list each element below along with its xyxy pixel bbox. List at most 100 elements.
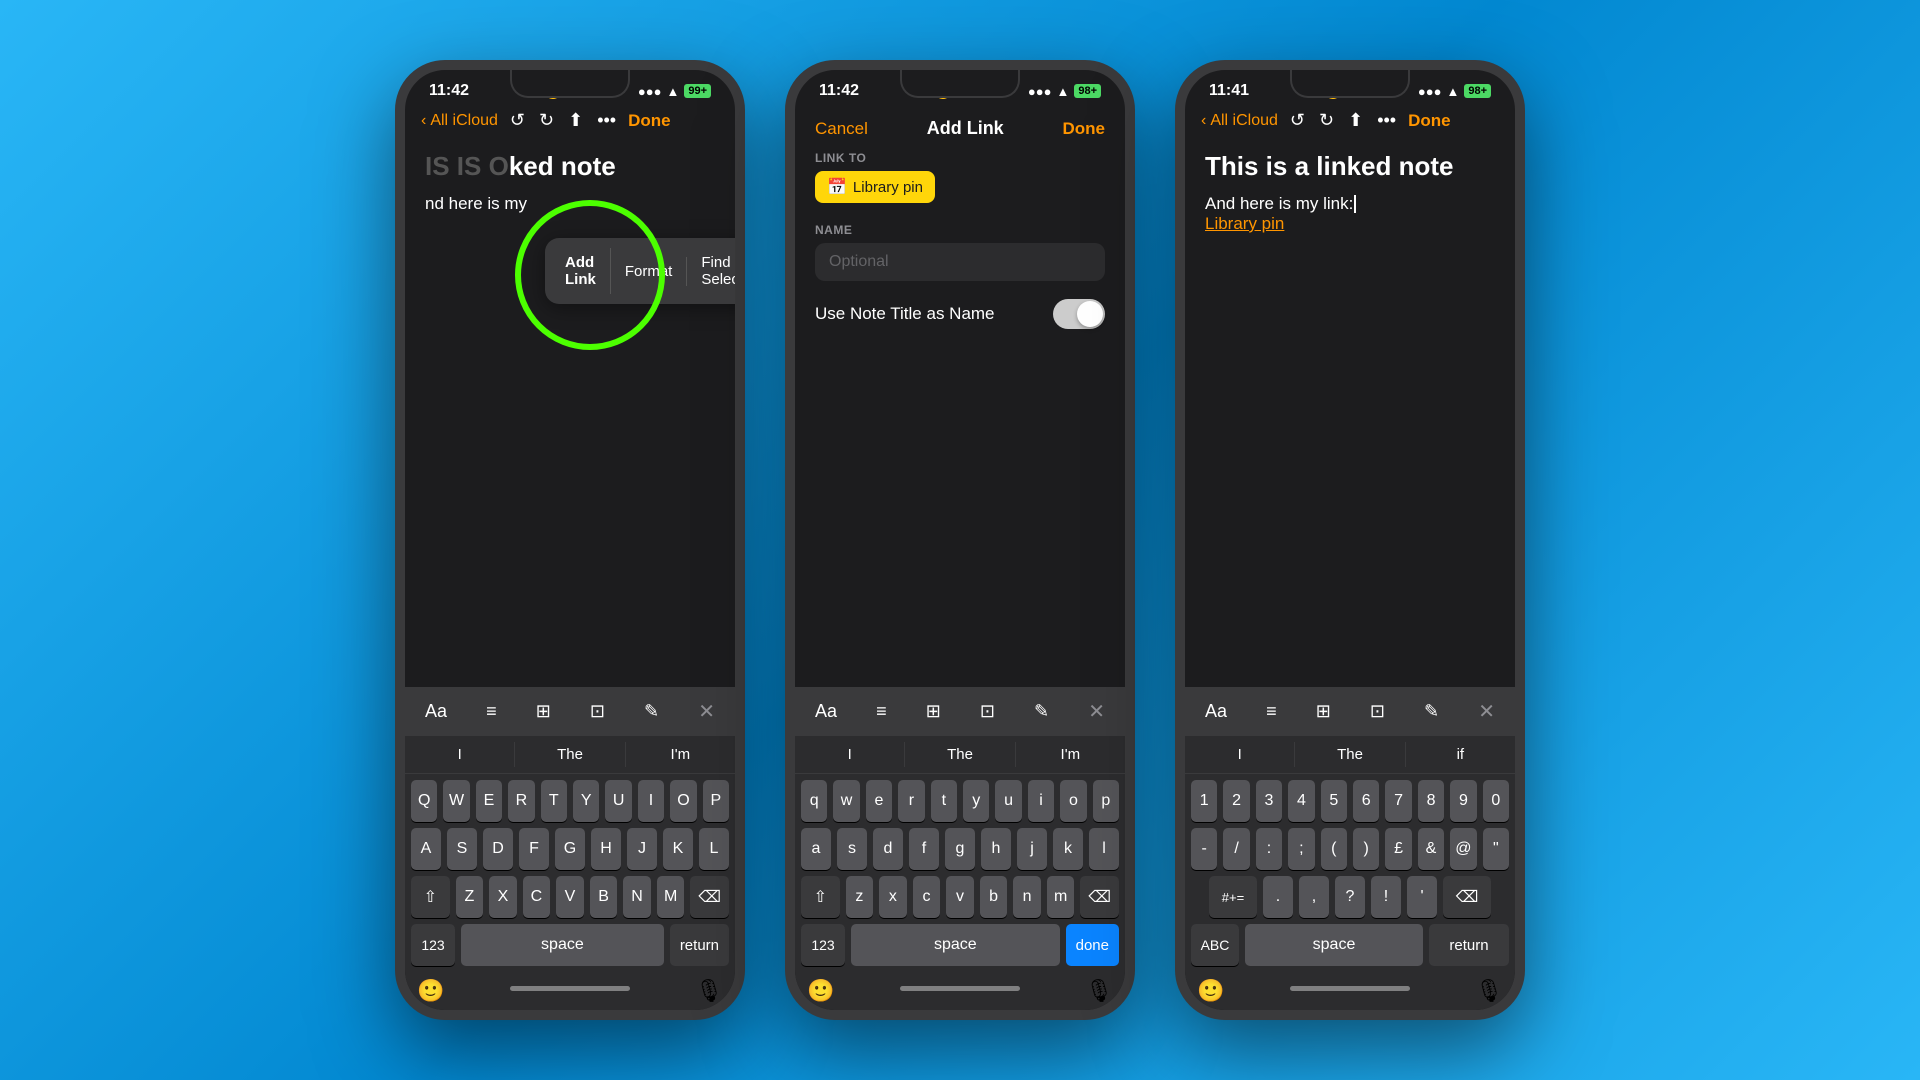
- suggest-the-2[interactable]: The: [905, 742, 1015, 767]
- camera-button-1[interactable]: ⊡: [582, 697, 613, 726]
- key-e2[interactable]: e: [866, 780, 892, 822]
- done-button-1[interactable]: Done: [628, 111, 671, 131]
- key-d2[interactable]: d: [873, 828, 903, 870]
- add-link-done-button[interactable]: Done: [1062, 119, 1105, 139]
- format-item[interactable]: Format: [611, 257, 688, 286]
- key-period[interactable]: .: [1263, 876, 1293, 918]
- key-h[interactable]: H: [591, 828, 621, 870]
- key-m2[interactable]: m: [1047, 876, 1075, 918]
- key-s2[interactable]: s: [837, 828, 867, 870]
- key-g2[interactable]: g: [945, 828, 975, 870]
- close-keyboard-3[interactable]: ✕: [1470, 695, 1503, 728]
- key-7[interactable]: 7: [1385, 780, 1411, 822]
- key-return-3[interactable]: return: [1429, 924, 1509, 966]
- key-p2[interactable]: p: [1093, 780, 1119, 822]
- undo-icon-3[interactable]: ↺: [1290, 110, 1305, 131]
- key-semicolon[interactable]: ;: [1288, 828, 1314, 870]
- emoji-button-2[interactable]: 🙂: [807, 978, 834, 1004]
- key-lparen[interactable]: (: [1321, 828, 1347, 870]
- key-i[interactable]: I: [638, 780, 664, 822]
- key-z[interactable]: Z: [456, 876, 484, 918]
- key-question[interactable]: ?: [1335, 876, 1365, 918]
- key-j[interactable]: J: [627, 828, 657, 870]
- key-1[interactable]: 1: [1191, 780, 1217, 822]
- emoji-button-3[interactable]: 🙂: [1197, 978, 1224, 1004]
- font-button-3[interactable]: Aa: [1197, 697, 1235, 726]
- redo-icon-3[interactable]: ↻: [1319, 110, 1334, 131]
- key-k2[interactable]: k: [1053, 828, 1083, 870]
- key-space-2[interactable]: space: [851, 924, 1060, 966]
- link-chip[interactable]: 📅 Library pin: [815, 171, 935, 203]
- key-y[interactable]: Y: [573, 780, 599, 822]
- done-button-3[interactable]: Done: [1408, 111, 1451, 131]
- key-dash[interactable]: -: [1191, 828, 1217, 870]
- key-z2[interactable]: z: [846, 876, 874, 918]
- use-note-title-toggle[interactable]: [1053, 299, 1105, 329]
- more-icon-1[interactable]: •••: [597, 110, 616, 131]
- key-f[interactable]: F: [519, 828, 549, 870]
- share-icon-3[interactable]: ⬆: [1348, 110, 1363, 131]
- table-button-1[interactable]: ⊞: [528, 697, 559, 726]
- key-m[interactable]: M: [657, 876, 685, 918]
- key-g[interactable]: G: [555, 828, 585, 870]
- back-button-3[interactable]: ‹ All iCloud: [1201, 112, 1278, 130]
- key-5[interactable]: 5: [1321, 780, 1347, 822]
- font-button-1[interactable]: Aa: [417, 697, 455, 726]
- key-b[interactable]: B: [590, 876, 618, 918]
- key-3[interactable]: 3: [1256, 780, 1282, 822]
- key-d[interactable]: D: [483, 828, 513, 870]
- key-b2[interactable]: b: [980, 876, 1008, 918]
- close-keyboard-1[interactable]: ✕: [690, 695, 723, 728]
- table-button-3[interactable]: ⊞: [1308, 697, 1339, 726]
- back-button-1[interactable]: ‹ All iCloud: [421, 112, 498, 130]
- key-x2[interactable]: x: [879, 876, 907, 918]
- font-button-2[interactable]: Aa: [807, 697, 845, 726]
- mic-button-3[interactable]: 🎙: [1475, 978, 1503, 1004]
- pen-button-3[interactable]: ✎: [1416, 697, 1447, 726]
- suggest-the-1[interactable]: The: [515, 742, 625, 767]
- key-excl[interactable]: !: [1371, 876, 1401, 918]
- key-p[interactable]: P: [703, 780, 729, 822]
- key-0[interactable]: 0: [1483, 780, 1509, 822]
- suggest-i-1[interactable]: I: [405, 742, 515, 767]
- share-icon-1[interactable]: ⬆: [568, 110, 583, 131]
- key-y2[interactable]: y: [963, 780, 989, 822]
- key-n2[interactable]: n: [1013, 876, 1041, 918]
- suggest-the-3[interactable]: The: [1295, 742, 1405, 767]
- key-a[interactable]: A: [411, 828, 441, 870]
- key-6[interactable]: 6: [1353, 780, 1379, 822]
- key-slash[interactable]: /: [1223, 828, 1249, 870]
- key-r2[interactable]: r: [898, 780, 924, 822]
- suggest-i-3[interactable]: I: [1185, 742, 1295, 767]
- key-c[interactable]: C: [523, 876, 551, 918]
- key-shift[interactable]: ⇧: [411, 876, 450, 918]
- key-u2[interactable]: u: [995, 780, 1021, 822]
- key-t2[interactable]: t: [931, 780, 957, 822]
- key-k[interactable]: K: [663, 828, 693, 870]
- key-w[interactable]: W: [443, 780, 469, 822]
- key-2[interactable]: 2: [1223, 780, 1249, 822]
- key-r[interactable]: R: [508, 780, 534, 822]
- list-button-1[interactable]: ≡: [478, 697, 505, 726]
- table-button-2[interactable]: ⊞: [918, 697, 949, 726]
- key-s[interactable]: S: [447, 828, 477, 870]
- key-delete[interactable]: ⌫: [690, 876, 729, 918]
- emoji-button-1[interactable]: 🙂: [417, 978, 444, 1004]
- undo-icon-1[interactable]: ↺: [510, 110, 525, 131]
- key-abc[interactable]: ABC: [1191, 924, 1239, 966]
- key-8[interactable]: 8: [1418, 780, 1444, 822]
- mic-button-1[interactable]: 🎙: [695, 978, 723, 1004]
- key-done-2[interactable]: done: [1066, 924, 1119, 966]
- redo-icon-1[interactable]: ↻: [539, 110, 554, 131]
- key-t[interactable]: T: [541, 780, 567, 822]
- key-v2[interactable]: v: [946, 876, 974, 918]
- key-i2[interactable]: i: [1028, 780, 1054, 822]
- key-apos[interactable]: ': [1407, 876, 1437, 918]
- camera-button-2[interactable]: ⊡: [972, 697, 1003, 726]
- cancel-button[interactable]: Cancel: [815, 119, 868, 139]
- key-l2[interactable]: l: [1089, 828, 1119, 870]
- key-123[interactable]: 123: [411, 924, 455, 966]
- key-x[interactable]: X: [489, 876, 517, 918]
- list-button-2[interactable]: ≡: [868, 697, 895, 726]
- key-9[interactable]: 9: [1450, 780, 1476, 822]
